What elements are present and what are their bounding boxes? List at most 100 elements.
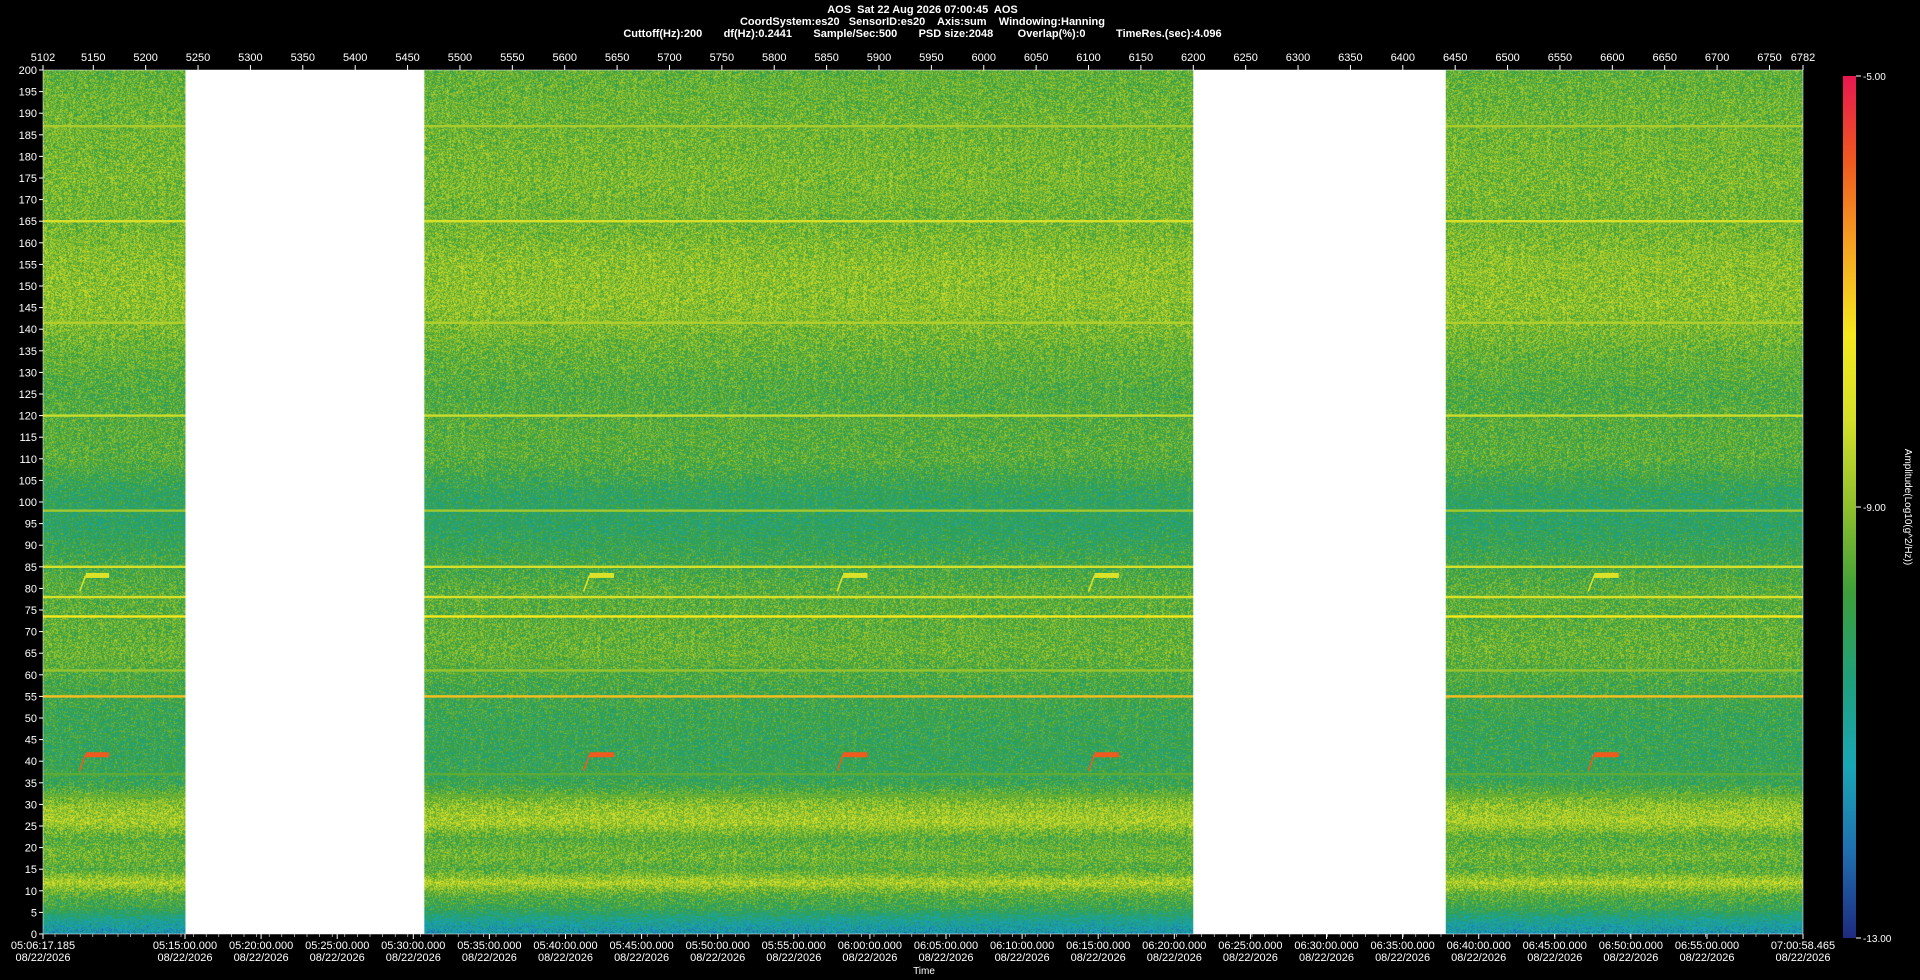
colorbar-tick-label: -9.00	[1863, 503, 1886, 514]
top-tick-label: 6100	[1076, 52, 1100, 64]
top-tick-label: 5350	[291, 52, 315, 64]
y-tick-label: 95	[25, 519, 37, 531]
y-tick-label: 55	[25, 691, 37, 703]
colorbar-tick-label: -5.00	[1863, 72, 1886, 83]
time-tick-label: 06:05:00.000	[914, 940, 978, 952]
event-mark	[843, 752, 868, 758]
y-tick-label: 195	[19, 87, 37, 99]
top-frame-axis: 5102 5150 5200 5250 5300 5350 5400 5450 5500 5550…	[31, 52, 1815, 70]
top-tick-label: 5500	[448, 52, 472, 64]
y-tick-label: 170	[19, 195, 37, 207]
y-tick-label: 120	[19, 411, 37, 423]
top-tick-label: 5450	[395, 52, 419, 64]
y-tick-label: 45	[25, 735, 37, 747]
y-tick-label: 155	[19, 259, 37, 271]
time-tick-label: 06:30:00.000	[1294, 940, 1358, 952]
top-tick-label: 6300	[1286, 52, 1310, 64]
top-tick-label: 6550	[1548, 52, 1572, 64]
top-tick-label: 6200	[1181, 52, 1205, 64]
time-tick-label: 06:45:00.000	[1523, 940, 1587, 952]
time-tick-label: 06:55:00.000	[1675, 940, 1739, 952]
colorbar-label: Amplitude(Log10(g^2/Hz))	[1902, 449, 1913, 565]
date-tick-label: 08/22/2026	[462, 952, 517, 964]
date-tick-label: 08/22/2026	[1451, 952, 1506, 964]
top-tick-label: 6000	[972, 52, 996, 64]
y-tick-label: 50	[25, 713, 37, 725]
date-tick-label: 08/22/2026	[1299, 952, 1354, 964]
time-tick-label: 05:30:00.000	[381, 940, 445, 952]
top-tick-label: 5600	[552, 52, 576, 64]
y-tick-label: 110	[19, 454, 37, 466]
top-tick-label: 5750	[710, 52, 734, 64]
time-tick-label: 05:35:00.000	[457, 940, 521, 952]
y-tick-label: 10	[25, 886, 37, 898]
y-tick-label: 35	[25, 778, 37, 790]
top-tick-label: 6750	[1757, 52, 1781, 64]
time-tick-label: 05:06:17.185	[11, 940, 75, 952]
date-tick-label: 08/22/2026	[1603, 952, 1658, 964]
date-tick-label: 08/22/2026	[766, 952, 821, 964]
date-tick-label: 08/22/2026	[310, 952, 365, 964]
date-tick-label: 08/22/2026	[995, 952, 1050, 964]
event-mark	[85, 752, 109, 758]
event-mark	[1594, 572, 1619, 578]
event-mark	[1594, 752, 1619, 758]
event-mark	[85, 572, 109, 578]
y-tick-label: 80	[25, 583, 37, 595]
y-tick-label: 75	[25, 605, 37, 617]
event-mark	[589, 752, 614, 758]
y-tick-label: 90	[25, 540, 37, 552]
data-gap	[1193, 70, 1446, 934]
date-tick-label: 08/22/2026	[386, 952, 441, 964]
top-tick-label: 5800	[762, 52, 786, 64]
time-tick-label: 05:40:00.000	[533, 940, 597, 952]
top-tick-label: 6150	[1129, 52, 1153, 64]
top-tick-label: 6400	[1391, 52, 1415, 64]
date-tick-label: 08/22/2026	[1527, 952, 1582, 964]
y-tick-label: 200	[19, 65, 37, 77]
event-mark	[589, 572, 614, 578]
frequency-axis: 2001951901851801751701651601551501451401…	[19, 65, 43, 941]
date-tick-label: 08/22/2026	[1375, 952, 1430, 964]
time-tick-label: 06:25:00.000	[1218, 940, 1282, 952]
y-tick-label: 115	[19, 432, 37, 444]
time-tick-label: 06:50:00.000	[1599, 940, 1663, 952]
time-tick-label: 06:20:00.000	[1142, 940, 1206, 952]
y-tick-label: 145	[19, 303, 37, 315]
y-tick-label: 65	[25, 648, 37, 660]
y-tick-label: 70	[25, 627, 37, 639]
spectrogram-plot-area[interactable]	[42, 69, 1804, 935]
event-mark	[1094, 572, 1119, 578]
date-tick-label: 08/22/2026	[842, 952, 897, 964]
colorbar: -5.00 -9.00 -13.00	[1843, 72, 1892, 945]
top-tick-label: 5200	[133, 52, 157, 64]
top-tick-label: 5700	[657, 52, 681, 64]
time-tick-label: 05:25:00.000	[305, 940, 369, 952]
y-tick-label: 5	[31, 907, 37, 919]
y-tick-label: 135	[19, 346, 37, 358]
date-tick-label: 08/22/2026	[538, 952, 593, 964]
spectrogram-figure: 5102 5150 5200 5250 5300 5350 5400 5450 5500 5550…	[11, 52, 1913, 977]
top-tick-label: 5950	[919, 52, 943, 64]
y-tick-label: 30	[25, 799, 37, 811]
top-tick-label: 5850	[814, 52, 838, 64]
top-tick-label: 5550	[500, 52, 524, 64]
y-tick-label: 150	[19, 281, 37, 293]
time-tick-label: 06:00:00.000	[838, 940, 902, 952]
top-tick-label: 5650	[605, 52, 629, 64]
date-tick-label: 08/22/2026	[690, 952, 745, 964]
y-tick-label: 165	[19, 216, 37, 228]
time-tick-label: 07:00:58.465	[1771, 940, 1835, 952]
top-tick-label: 6500	[1495, 52, 1519, 64]
top-tick-label: 6600	[1600, 52, 1624, 64]
date-tick-label: 08/22/2026	[157, 952, 212, 964]
y-tick-label: 130	[19, 367, 37, 379]
time-tick-label: 06:15:00.000	[1066, 940, 1130, 952]
time-tick-label: 05:50:00.000	[686, 940, 750, 952]
time-tick-label: 05:55:00.000	[762, 940, 826, 952]
y-tick-label: 190	[19, 108, 37, 120]
time-tick-label: 06:40:00.000	[1447, 940, 1511, 952]
top-tick-label: 5400	[343, 52, 367, 64]
colorbar-gradient	[1843, 76, 1856, 938]
y-tick-label: 85	[25, 562, 37, 574]
